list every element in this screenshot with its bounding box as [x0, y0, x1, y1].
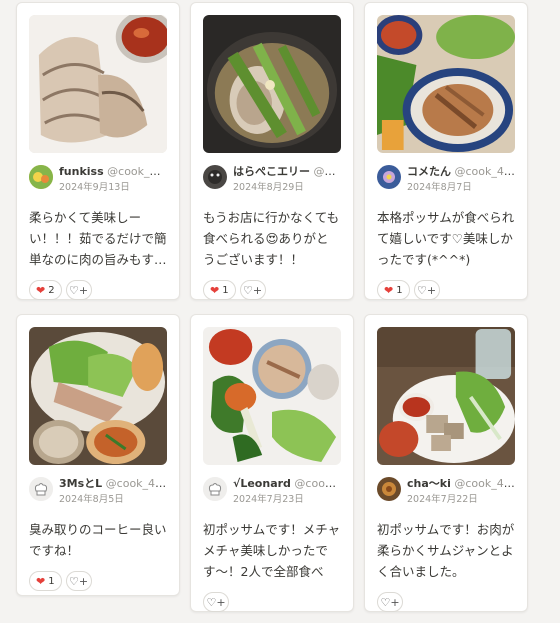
user-handle: @cook_40...: [454, 165, 516, 178]
dish-photo[interactable]: [377, 15, 515, 153]
add-reaction-button[interactable]: ♡+: [377, 592, 403, 612]
post-date: 2024年7月22日: [407, 494, 478, 505]
tsukurepo-card[interactable]: cha〜ki @cook_400... 2024年7月22日 初ポッサムです！お…: [364, 314, 528, 612]
post-date: 2024年8月5日: [59, 494, 124, 505]
tsukurepo-card[interactable]: √Leonard @cook_4... 2024年7月23日 初ポッサムです！メ…: [190, 314, 354, 612]
heart-plus-icon: ♡+: [380, 595, 400, 609]
user-handle: @cook_404...: [105, 477, 167, 490]
heart-plus-icon: ♡+: [417, 283, 437, 297]
user-row[interactable]: コメたん @cook_40... 2024年8月7日: [377, 165, 515, 199]
user-row[interactable]: 3MsとL @cook_404... 2024年8月5日: [29, 477, 167, 511]
like-count: 2: [48, 284, 55, 296]
add-reaction-button[interactable]: ♡+: [65, 280, 92, 300]
flower-avatar: [377, 165, 401, 189]
dish-photo[interactable]: [377, 327, 515, 465]
user-handle: @cook_4...: [294, 477, 341, 490]
tsukurepo-grid: funkiss @cook_400... 2024年9月13日 柔らかくて美味し…: [0, 0, 560, 623]
dish-photo[interactable]: [29, 327, 167, 465]
post-date: 2024年9月13日: [59, 182, 130, 193]
add-reaction-button[interactable]: ♡+: [65, 571, 92, 591]
tsukurepo-card[interactable]: funkiss @cook_400... 2024年9月13日 柔らかくて美味し…: [16, 2, 180, 300]
user-name[interactable]: 3MsとL: [59, 477, 102, 490]
post-date: 2024年8月29日: [233, 182, 304, 193]
heart-icon: ❤: [36, 574, 46, 588]
heart-icon: ❤: [210, 283, 220, 297]
user-row[interactable]: √Leonard @cook_4... 2024年7月23日: [203, 477, 341, 511]
heart-plus-icon: ♡+: [206, 595, 226, 609]
food-avatar: [377, 477, 401, 501]
like-button[interactable]: ❤ 1: [377, 280, 410, 300]
heart-plus-icon: ♡+: [69, 283, 89, 297]
user-name[interactable]: √Leonard: [233, 477, 291, 490]
chef-hat-avatar: [203, 477, 227, 501]
heart-icon: ❤: [384, 283, 394, 297]
tsukurepo-card[interactable]: はらぺこエリー @co... 2024年8月29日 もうお店に行かなくても食べら…: [190, 2, 354, 300]
add-reaction-button[interactable]: ♡+: [203, 592, 229, 612]
like-count: 1: [48, 575, 55, 587]
user-handle: @cook_400...: [454, 477, 515, 490]
tsukurepo-card[interactable]: 3MsとL @cook_404... 2024年8月5日 臭み取りのコーヒー良い…: [16, 314, 180, 596]
post-date: 2024年7月23日: [233, 494, 304, 505]
like-button[interactable]: ❤ 1: [29, 571, 62, 591]
dish-photo[interactable]: [203, 327, 341, 465]
heart-plus-icon: ♡+: [243, 283, 263, 297]
user-name[interactable]: コメたん: [407, 165, 451, 178]
comment-text: もうお店に行かなくても食べられる😍ありがとうございます！！: [203, 210, 340, 267]
dish-photo[interactable]: [203, 15, 341, 153]
like-button[interactable]: ❤ 1: [203, 280, 236, 300]
user-row[interactable]: funkiss @cook_400... 2024年9月13日: [29, 165, 167, 199]
comment-text: 初ポッサムです！お肉が柔らかくサムジャンとよく合いました。: [377, 522, 515, 579]
user-name[interactable]: はらぺこエリー: [233, 165, 310, 178]
like-count: 1: [222, 284, 229, 296]
pet-avatar: [203, 165, 227, 189]
like-button[interactable]: ❤ 2: [29, 280, 62, 300]
heart-plus-icon: ♡+: [69, 574, 89, 588]
fruit-avatar: [29, 165, 53, 189]
tsukurepo-card[interactable]: コメたん @cook_40... 2024年8月7日 本格ポッサムが食べられて嬉…: [364, 2, 528, 300]
user-name[interactable]: funkiss: [59, 165, 104, 178]
comment-text: 初ポッサムです！メチャメチャ美味しかったです〜！2人で全部食べち…: [203, 522, 341, 579]
dish-photo[interactable]: [29, 15, 167, 153]
user-handle: @co...: [313, 165, 342, 178]
like-count: 1: [396, 284, 403, 296]
add-reaction-button[interactable]: ♡+: [413, 280, 440, 300]
user-name[interactable]: cha〜ki: [407, 477, 451, 490]
comment-text: 本格ポッサムが食べられて嬉しいです♡美味しかったです(*^^*): [377, 210, 515, 267]
user-handle: @cook_400...: [107, 165, 167, 178]
user-row[interactable]: はらぺこエリー @co... 2024年8月29日: [203, 165, 341, 199]
user-row[interactable]: cha〜ki @cook_400... 2024年7月22日: [377, 477, 515, 511]
heart-icon: ❤: [36, 283, 46, 297]
chef-hat-avatar: [29, 477, 53, 501]
comment-text: 臭み取りのコーヒー良いですね！: [29, 522, 167, 558]
add-reaction-button[interactable]: ♡+: [239, 280, 266, 300]
post-date: 2024年8月7日: [407, 182, 472, 193]
comment-text: 柔らかくて美味しーい！！！茹でるだけで簡単なのに肉の旨みもす…: [29, 210, 167, 267]
